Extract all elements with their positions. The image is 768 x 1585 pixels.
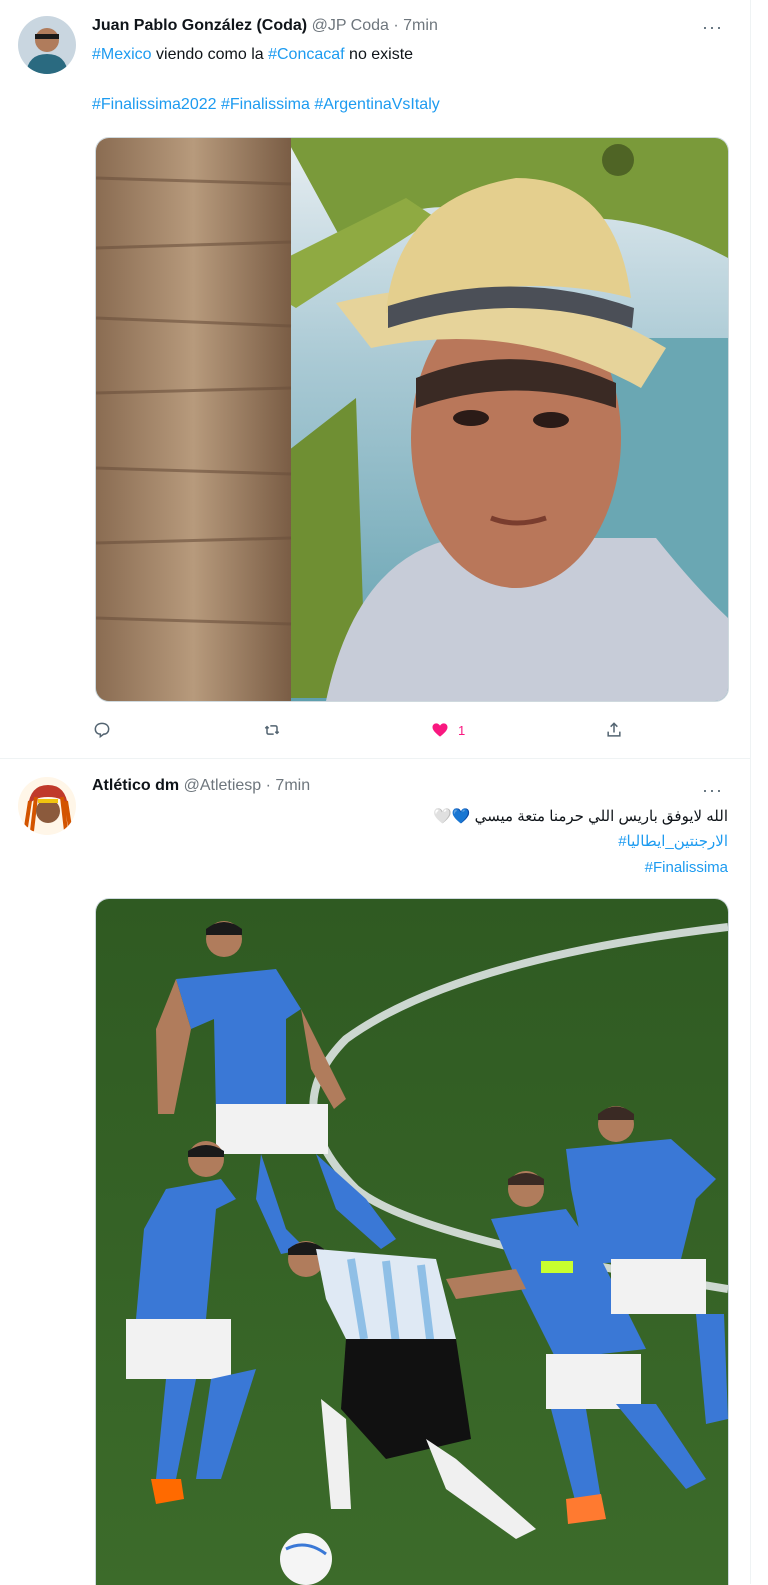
like-button[interactable]: 1	[430, 716, 465, 744]
hashtag-link[interactable]: #Mexico	[92, 46, 152, 63]
like-count: 1	[458, 722, 466, 738]
author-name[interactable]: Atlético dm	[92, 777, 179, 794]
tweet-hashtags: #Finalissima2022 #Finalissima #Argentina…	[92, 93, 440, 117]
tweet-text-line: #Mexico viendo como la #Concacaf no exis…	[92, 43, 413, 67]
hashtag-link[interactable]: #Concacaf	[268, 46, 345, 63]
more-options-icon[interactable]: ···	[702, 781, 724, 799]
tweet-image[interactable]	[95, 137, 729, 702]
hashtag-link[interactable]: #Finalissima	[645, 859, 728, 876]
share-icon	[607, 722, 621, 737]
hashtag-link[interactable]: #ArgentinaVsItaly	[314, 96, 439, 113]
tweet[interactable]: Atlético dm @Atletiesp · 7min ··· الله ل…	[0, 759, 750, 1585]
tweet-header: Juan Pablo González (Coda) @JP Coda · 7m…	[92, 17, 438, 39]
author-handle[interactable]: @JP Coda	[312, 17, 389, 34]
tweet-hashtag-line: #Finalissima	[645, 856, 728, 880]
retweet-icon	[264, 725, 280, 735]
author-name[interactable]: Juan Pablo González (Coda)	[92, 17, 307, 34]
author-handle[interactable]: @Atletiesp	[184, 777, 262, 794]
tweet[interactable]: Juan Pablo González (Coda) @JP Coda · 7m…	[0, 0, 750, 759]
photo-football-match	[96, 899, 728, 1585]
tweet-text-line: الله لايوفق باريس اللي حرمنا متعة ميسي 💙…	[433, 805, 728, 829]
hashtag-link[interactable]: #Finalissima2022	[92, 96, 217, 113]
tweet-image[interactable]	[95, 898, 729, 1585]
hashtag-link[interactable]: #الارجنتين_ايطاليا	[618, 833, 728, 850]
white-heart-emoji: 🤍	[433, 808, 452, 825]
tweet-text: viendo como la	[151, 46, 269, 63]
tweet-hashtag-line: #الارجنتين_ايطاليا	[618, 830, 728, 854]
blue-heart-emoji: 💙	[451, 808, 471, 825]
more-options-icon[interactable]: ···	[702, 18, 724, 36]
reply-icon	[94, 722, 110, 739]
tweet-text: no existe	[344, 46, 414, 63]
timeline-feed: Juan Pablo González (Coda) @JP Coda · 7m…	[0, 0, 751, 1585]
tweet-text: الله لايوفق باريس اللي حرمنا متعة ميسي	[474, 808, 728, 825]
photo-man-with-hat	[96, 138, 728, 701]
separator-dot: ·	[265, 777, 271, 794]
tweet-actions: 1	[92, 716, 652, 744]
avatar[interactable]	[18, 777, 76, 835]
reply-button[interactable]	[92, 716, 112, 744]
avatar[interactable]	[18, 16, 76, 74]
timestamp[interactable]: 7min	[275, 777, 310, 794]
hashtag-link[interactable]: #Finalissima	[221, 96, 310, 113]
retweet-button[interactable]	[262, 716, 282, 744]
separator-dot: ·	[393, 17, 399, 34]
tweet-header: Atlético dm @Atletiesp · 7min	[92, 777, 310, 799]
timestamp[interactable]: 7min	[403, 17, 438, 34]
heart-icon	[432, 723, 448, 737]
share-button[interactable]	[604, 716, 624, 744]
